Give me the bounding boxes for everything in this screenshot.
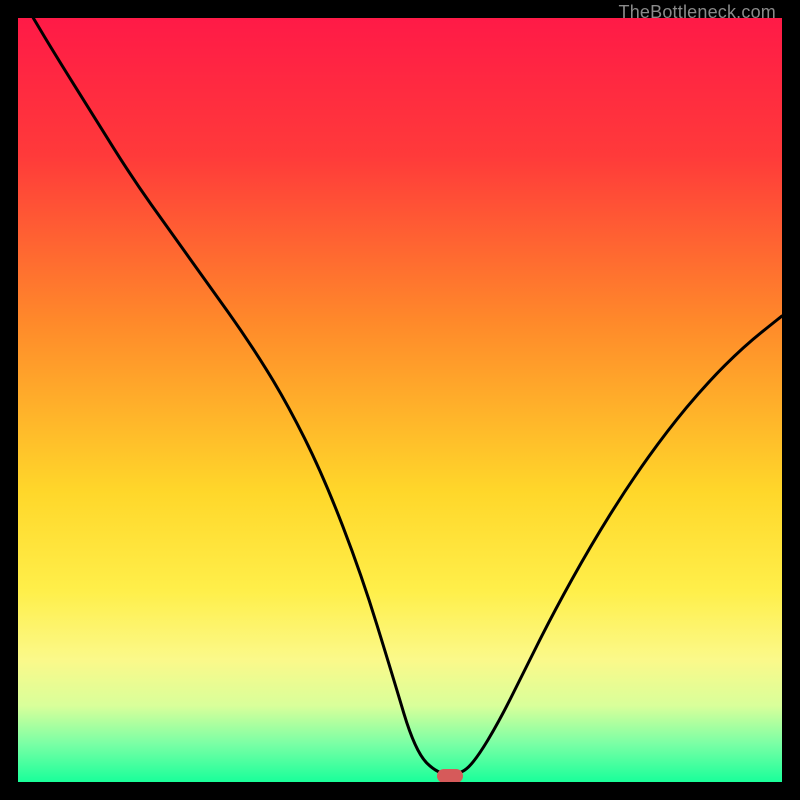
- optimal-marker: [437, 769, 463, 782]
- plot-area: [18, 18, 782, 782]
- chart-frame: TheBottleneck.com: [0, 0, 800, 800]
- bottleneck-curve: [18, 18, 782, 782]
